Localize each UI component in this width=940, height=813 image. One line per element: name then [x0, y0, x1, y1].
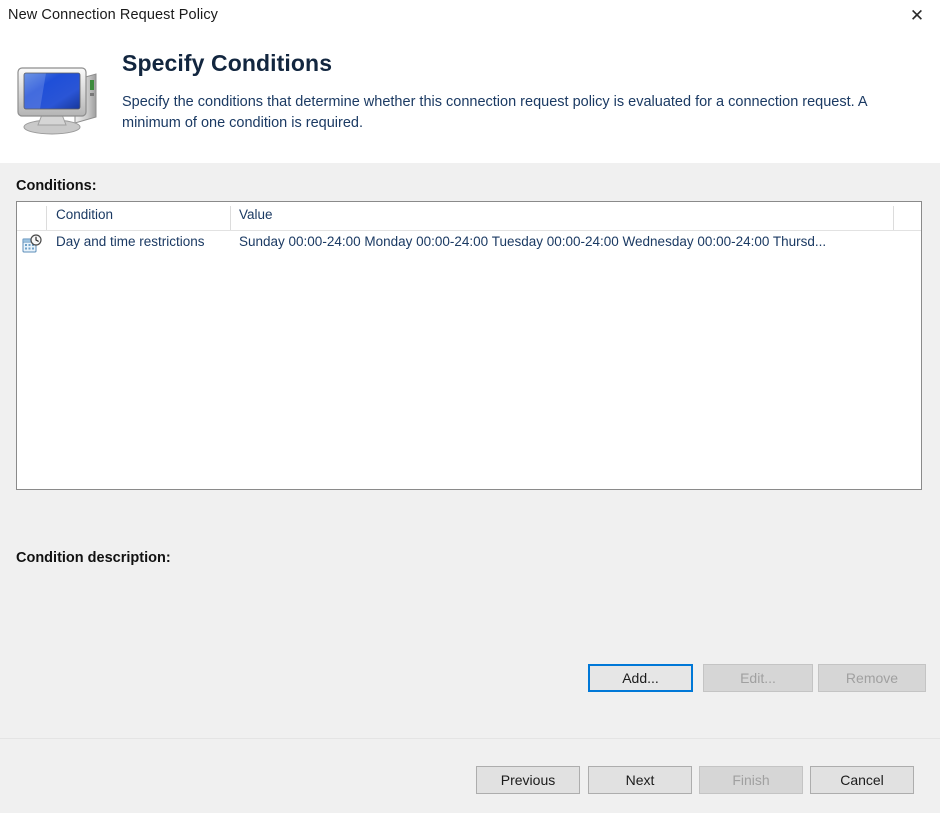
- conditions-list-header: Condition Value: [17, 202, 921, 231]
- cell-condition: Day and time restrictions: [56, 234, 205, 249]
- conditions-label: Conditions:: [16, 178, 97, 194]
- wizard-header: Specify Conditions Specify the condition…: [0, 32, 940, 163]
- table-row[interactable]: Day and time restrictions Sunday 00:00-2…: [17, 231, 921, 256]
- next-button[interactable]: Next: [588, 766, 692, 794]
- cell-value: Sunday 00:00-24:00 Monday 00:00-24:00 Tu…: [239, 234, 827, 249]
- page-description-line-2: minimum of one condition is required.: [122, 115, 363, 131]
- condition-description-pane: [16, 575, 922, 655]
- column-divider-1[interactable]: [230, 206, 231, 230]
- column-divider-0[interactable]: [46, 206, 47, 230]
- conditions-list[interactable]: Condition Value Day and time restriction…: [16, 201, 922, 490]
- finish-button: Finish: [699, 766, 803, 794]
- title-bar: New Connection Request Policy ✕: [0, 0, 940, 32]
- day-time-restrictions-icon: [22, 234, 42, 254]
- remove-button: Remove: [818, 664, 926, 692]
- close-icon: ✕: [909, 5, 925, 26]
- computer-monitor-icon: [12, 54, 108, 140]
- close-button[interactable]: ✕: [894, 0, 940, 32]
- wizard-body: Conditions: Condition Value Day and time…: [0, 163, 940, 738]
- page-description-line-1: Specify the conditions that determine wh…: [122, 94, 868, 110]
- edit-button: Edit...: [703, 664, 813, 692]
- cancel-button[interactable]: Cancel: [810, 766, 914, 794]
- new-connection-request-policy-wizard: New Connection Request Policy ✕ Specify …: [0, 0, 940, 813]
- previous-button[interactable]: Previous: [476, 766, 580, 794]
- window-title: New Connection Request Policy: [8, 7, 219, 23]
- page-description: Specify the conditions that determine wh…: [122, 92, 940, 134]
- condition-description-label: Condition description:: [16, 550, 171, 566]
- add-button[interactable]: Add...: [588, 664, 693, 692]
- column-header-condition[interactable]: Condition: [56, 207, 113, 222]
- column-header-value[interactable]: Value: [239, 207, 273, 222]
- column-divider-2[interactable]: [893, 206, 894, 230]
- page-title: Specify Conditions: [122, 50, 333, 76]
